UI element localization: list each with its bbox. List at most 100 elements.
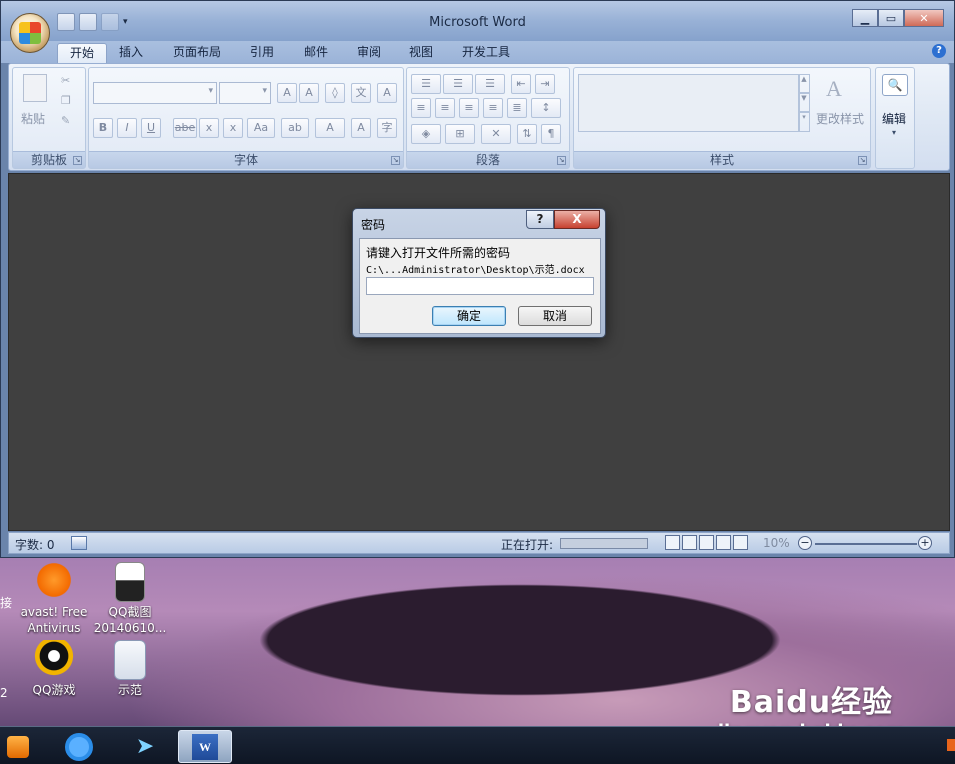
file-path: C:\...Administrator\Desktop\示范.docx	[366, 265, 585, 276]
superscript-icon[interactable]: x	[223, 118, 243, 138]
shrink-font-icon[interactable]: A	[299, 83, 319, 103]
distribute-icon[interactable]: ≣	[507, 98, 527, 118]
gallery-scroll-up-icon[interactable]: ▲	[798, 74, 810, 93]
word-icon: W	[192, 733, 218, 760]
char-border-icon[interactable]: A	[377, 83, 397, 103]
shading-icon[interactable]: ◈	[411, 124, 441, 144]
gallery-more-icon[interactable]: ▾	[798, 112, 810, 132]
group-font: A A ◊ 文 A B I U abe x x Aa ab A A 字 字体 ↘	[88, 67, 404, 169]
password-dialog: 密码 ? X 请键入打开文件所需的密码 C:\...Administrator\…	[352, 208, 606, 338]
office-button[interactable]	[10, 13, 50, 53]
underline-icon[interactable]: U	[141, 118, 161, 138]
increase-indent-icon[interactable]: ⇥	[535, 74, 555, 94]
desktop-icon-label: QQ截图 20140610...	[93, 605, 167, 635]
language-icon[interactable]	[71, 536, 87, 550]
font-size-combo[interactable]	[219, 82, 271, 104]
zoom-out-icon[interactable]: −	[798, 536, 812, 550]
format-painter-icon[interactable]: ✎	[61, 114, 70, 127]
copy-icon[interactable]: ❐	[61, 94, 71, 107]
dialog-close-button[interactable]: X	[554, 210, 600, 229]
align-left-icon[interactable]: ≡	[411, 98, 431, 118]
tab-insert[interactable]: 插入	[115, 43, 147, 63]
clear-format-icon[interactable]: ◊	[325, 83, 345, 103]
print-layout-icon[interactable]	[665, 535, 680, 550]
phonetic-guide-icon[interactable]: 文	[351, 83, 371, 103]
align-center-icon[interactable]: ≡	[435, 98, 455, 118]
clipboard-launcher[interactable]: ↘	[73, 156, 82, 165]
bullets-icon[interactable]: ☰	[411, 74, 441, 94]
tab-home[interactable]: 开始	[57, 43, 108, 63]
styles-launcher[interactable]: ↘	[858, 156, 867, 165]
justify-icon[interactable]: ≡	[483, 98, 503, 118]
tab-review[interactable]: 审阅	[353, 43, 385, 63]
strikethrough-icon[interactable]: abe	[173, 118, 197, 138]
outline-icon[interactable]	[716, 535, 731, 550]
subscript-icon[interactable]: x	[199, 118, 219, 138]
decrease-indent-icon[interactable]: ⇤	[511, 74, 531, 94]
close-button[interactable]: ✕	[904, 9, 944, 27]
tab-mailings[interactable]: 邮件	[300, 43, 332, 63]
char-shading-icon[interactable]: A	[351, 118, 371, 138]
multilevel-list-icon[interactable]: ☰	[475, 74, 505, 94]
change-case-icon[interactable]: Aa	[247, 118, 275, 138]
desktop-icon-demo-docx[interactable]: 示范	[90, 640, 170, 698]
zoom-in-icon[interactable]: +	[918, 536, 932, 550]
grow-font-icon[interactable]: A	[277, 83, 297, 103]
group-editing[interactable]: 🔍 编辑 ▾	[875, 67, 915, 169]
zoom-slider[interactable]	[815, 543, 917, 545]
paste-icon[interactable]	[23, 74, 47, 102]
dialog-help-button[interactable]: ?	[526, 210, 554, 229]
binoculars-icon: 🔍	[882, 74, 908, 96]
font-color-icon[interactable]: A	[315, 118, 345, 138]
ok-button[interactable]: 确定	[432, 306, 506, 326]
taskbar-word[interactable]: W	[178, 730, 232, 763]
desktop-icon-avast[interactable]: avast! Free Antivirus	[14, 562, 94, 636]
cut-icon[interactable]: ✂	[61, 74, 70, 87]
tab-view[interactable]: 视图	[405, 43, 437, 63]
tab-references[interactable]: 引用	[246, 43, 278, 63]
enclose-char-icon[interactable]: 字	[377, 118, 397, 138]
chinese-layout-icon[interactable]: ✕	[481, 124, 511, 144]
tab-page-layout[interactable]: 页面布局	[169, 43, 225, 63]
help-icon[interactable]: ?	[932, 44, 946, 58]
bold-icon[interactable]: B	[93, 118, 113, 138]
bird-icon: ➤	[135, 734, 155, 759]
numbering-icon[interactable]: ☰	[443, 74, 473, 94]
taskbar-feiq[interactable]: ➤	[118, 730, 172, 763]
sort-icon[interactable]: ⇅	[517, 124, 537, 144]
taskbar-internet-explorer[interactable]	[52, 730, 106, 763]
password-input[interactable]	[366, 277, 594, 295]
word-count[interactable]: 字数: 0	[15, 536, 55, 553]
change-styles-icon[interactable]: A	[826, 76, 842, 102]
editing-dropdown-icon: ▾	[892, 128, 897, 137]
word-document-icon	[114, 640, 146, 680]
desktop-icon-label: avast! Free Antivirus	[20, 605, 88, 635]
maximize-button[interactable]: ▭	[878, 9, 904, 27]
cancel-button[interactable]: 取消	[518, 306, 592, 326]
tray-icon[interactable]	[947, 739, 955, 751]
paste-label[interactable]: 粘贴	[21, 110, 45, 127]
paragraph-launcher[interactable]: ↘	[557, 156, 566, 165]
zoom-level[interactable]: 10%	[763, 536, 790, 550]
full-screen-reading-icon[interactable]	[682, 535, 697, 550]
change-styles-label[interactable]: 更改样式	[816, 110, 864, 127]
show-marks-icon[interactable]: ¶	[541, 124, 561, 144]
italic-icon[interactable]: I	[117, 118, 137, 138]
web-layout-icon[interactable]	[699, 535, 714, 550]
view-buttons	[665, 535, 748, 550]
font-name-combo[interactable]	[93, 82, 217, 104]
line-spacing-icon[interactable]: ↕	[531, 98, 561, 118]
desktop-icon-qq-screenshot[interactable]: QQ截图 20140610...	[90, 562, 170, 636]
highlight-icon[interactable]: ab	[281, 118, 309, 138]
font-launcher[interactable]: ↘	[391, 156, 400, 165]
draft-icon[interactable]	[733, 535, 748, 550]
desktop-icon-qq-game[interactable]: QQ游戏	[14, 640, 94, 698]
minimize-button[interactable]: ▁	[852, 9, 878, 27]
taskbar-media-player[interactable]	[2, 730, 34, 763]
styles-group-label: 样式	[574, 151, 870, 168]
gallery-scroll-down-icon[interactable]: ▼	[798, 93, 810, 112]
style-gallery[interactable]	[578, 74, 800, 132]
align-right-icon[interactable]: ≡	[459, 98, 479, 118]
borders-icon[interactable]: ⊞	[445, 124, 475, 144]
tab-developer[interactable]: 开发工具	[458, 43, 514, 63]
